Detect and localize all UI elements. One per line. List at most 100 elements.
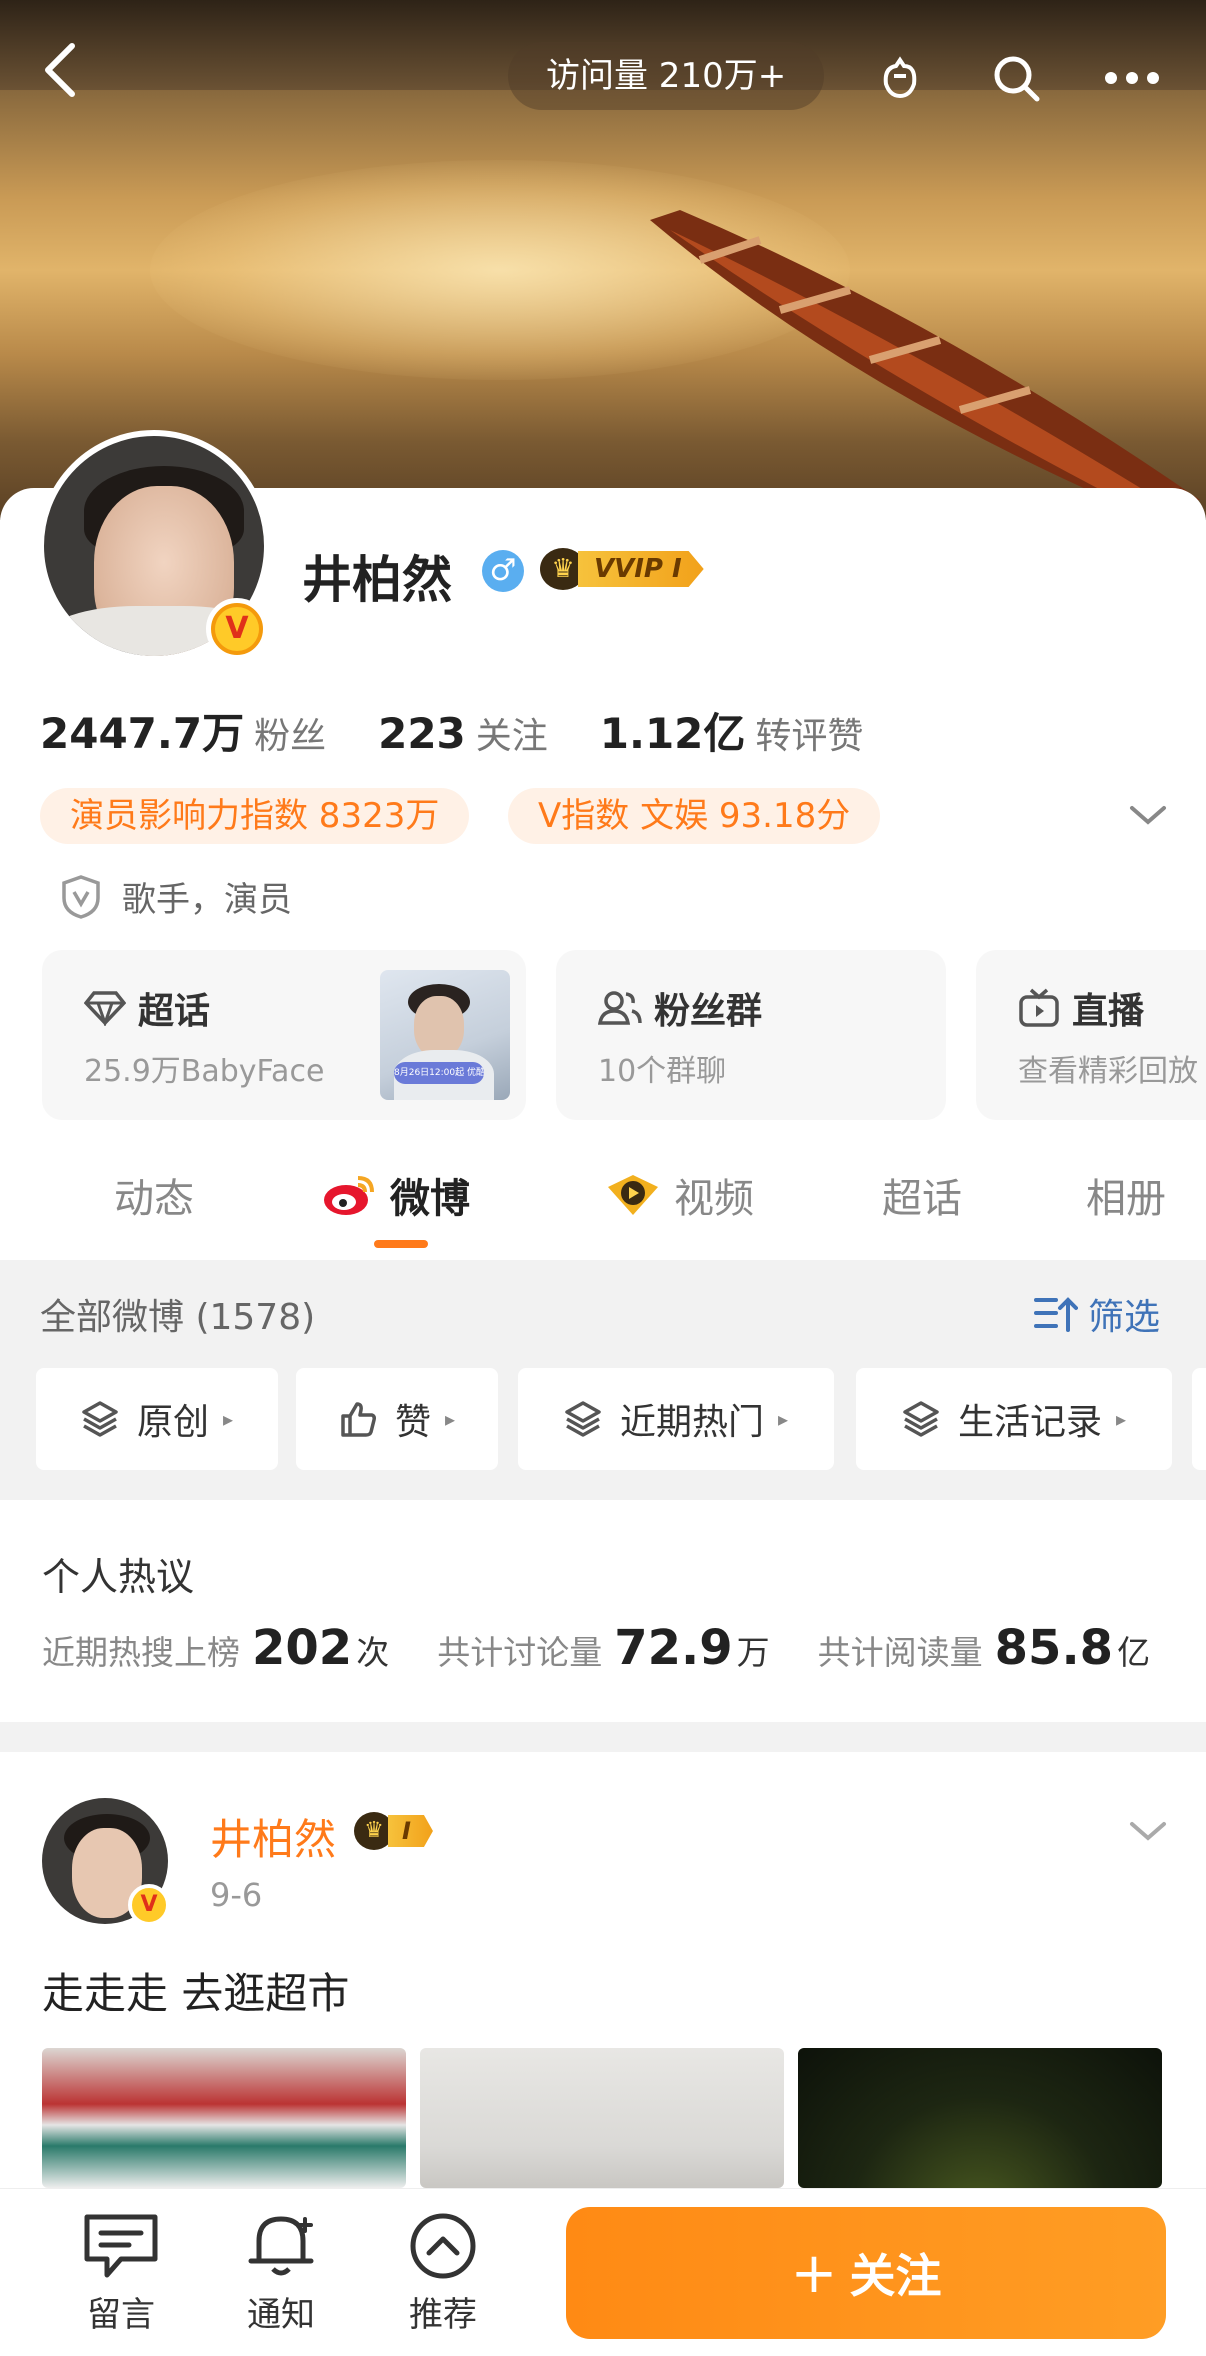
fan-group-title: 粉丝群 — [598, 982, 762, 1034]
followers-label[interactable]: 粉丝 — [254, 707, 326, 759]
fan-group-subtitle: 10个群聊 — [598, 1054, 727, 1089]
section-divider — [0, 1722, 1206, 1752]
comment-label: 留言 — [87, 2295, 155, 2335]
chevron-down-icon[interactable] — [1128, 800, 1168, 830]
supertopic-thumbnail: 8月26日12:00起 优酷全网独播 — [380, 970, 510, 1100]
chip-like[interactable]: 赞 ▸ — [296, 1368, 498, 1470]
fan-group-tile[interactable]: 粉丝群 10个群聊 — [556, 950, 946, 1120]
video-badge-icon — [604, 1171, 662, 1219]
reads-value: 85.8 — [994, 1620, 1114, 1676]
post-photo[interactable] — [798, 2048, 1162, 2188]
recommend-label: 推荐 — [409, 2295, 477, 2335]
more-icon — [1105, 72, 1159, 84]
post-vip-badge[interactable]: ♛ I — [354, 1812, 433, 1850]
verification-info: 歌手，演员 — [60, 872, 292, 921]
chip-life-record-label: 生活记录 — [957, 1402, 1102, 1443]
live-subtitle: 查看精彩回放 — [1018, 1054, 1198, 1089]
chevron-up-circle-icon — [410, 2213, 476, 2279]
follow-label: 关注 — [849, 2249, 942, 2303]
tab-video-label: 视频 — [674, 1176, 754, 1222]
tab-weibo[interactable]: 微博 — [322, 1166, 470, 1224]
bottom-bar: 留言 通知 推荐 + 关注 — [0, 2188, 1206, 2356]
followers-count[interactable]: 2447.7万 — [40, 700, 244, 761]
post-author-name[interactable]: 井柏然 — [210, 1806, 336, 1867]
search-button[interactable] — [980, 42, 1052, 114]
moment-hand-icon — [883, 56, 917, 99]
live-title: 直播 — [1018, 982, 1144, 1034]
following-count[interactable]: 223 — [378, 709, 466, 758]
chevron-down-icon[interactable] — [1128, 1816, 1168, 1846]
active-tab-indicator — [374, 1240, 428, 1248]
supertopic-label: 超话 — [138, 991, 211, 1032]
hot-discussion-stats[interactable]: 近期热搜上榜 202 次 共计讨论量 72.9 万 共计阅读量 85.8 亿 — [42, 1620, 1150, 1676]
filter-button[interactable]: 筛选 — [1034, 1288, 1160, 1340]
chip-like-label: 赞 — [394, 1402, 431, 1443]
tab-supertopic[interactable]: 超话 — [882, 1166, 962, 1224]
chip-arrow-icon: ▸ — [444, 1407, 456, 1431]
filter-label: 筛选 — [1088, 1297, 1161, 1338]
thumb-caption: 8月26日12:00起 优酷全网独播 — [394, 1062, 484, 1084]
group-icon — [598, 989, 642, 1027]
follow-button[interactable]: + 关注 — [566, 2207, 1166, 2339]
chip-recent-hot-label: 近期热门 — [619, 1402, 764, 1443]
reads-label: 共计阅读量 — [817, 1633, 983, 1672]
discussion-label: 共计讨论量 — [437, 1633, 603, 1672]
recommend-button[interactable]: 推荐 — [388, 2211, 498, 2336]
hot-search-value: 202 — [252, 1620, 353, 1676]
post-photo[interactable] — [420, 2048, 784, 2188]
layers-icon — [81, 1400, 119, 1438]
notify-label: 通知 — [247, 2295, 315, 2335]
chip-recent-hot[interactable]: 近期热门 ▸ — [518, 1368, 834, 1470]
chip-overflow[interactable] — [1192, 1368, 1206, 1470]
profile-name: 井柏然 — [302, 551, 452, 609]
visit-count-pill[interactable]: 访问量 210万+ — [508, 42, 825, 110]
layers-icon — [564, 1400, 602, 1438]
supertopic-tile[interactable]: 超话 25.9万BabyFace 8月26日12:00起 优酷全网独播 — [42, 950, 526, 1120]
top-bar: 访问量 210万+ — [0, 20, 1206, 120]
weibo-logo-icon — [322, 1172, 378, 1218]
verified-badge-icon: V — [206, 598, 268, 660]
tab-video[interactable]: 视频 — [604, 1166, 754, 1224]
tab-dynamic[interactable]: 动态 — [114, 1166, 194, 1224]
post-photo[interactable] — [42, 2048, 406, 2188]
v-index-pill[interactable]: V指数 文娱 93.18分 — [508, 788, 881, 844]
back-button[interactable] — [30, 38, 90, 102]
comment-button[interactable]: 留言 — [66, 2211, 176, 2336]
chip-life-record[interactable]: 生活记录 ▸ — [856, 1368, 1172, 1470]
moment-button[interactable] — [864, 42, 936, 114]
post-vip-label: I — [388, 1815, 433, 1847]
layers-icon — [902, 1400, 940, 1438]
reads-unit: 亿 — [1117, 1633, 1151, 1672]
fan-group-label: 粉丝群 — [654, 991, 763, 1032]
tab-weibo-label: 微博 — [390, 1176, 470, 1222]
filter-icon — [1034, 1297, 1078, 1332]
hot-discussion-title: 个人热议 — [42, 1555, 195, 1599]
shield-v-icon — [62, 874, 100, 919]
plus-icon: + — [790, 2240, 838, 2306]
post-date: 9-6 — [210, 1876, 263, 1914]
influence-index-pill[interactable]: 演员影响力指数 8323万 — [40, 788, 470, 844]
profile-stats: 2447.7万 粉丝 223 关注 1.12亿 转评赞 — [40, 700, 915, 761]
post-text: 走走走 去逛超市 — [42, 1969, 350, 2018]
following-label[interactable]: 关注 — [476, 707, 548, 759]
all-weibo-count: 全部微博 (1578) — [40, 1297, 316, 1338]
hot-search-unit: 次 — [356, 1633, 390, 1672]
more-button[interactable] — [1096, 42, 1168, 114]
chip-arrow-icon: ▸ — [222, 1407, 234, 1431]
thumbs-up-icon — [339, 1400, 377, 1438]
chip-arrow-icon: ▸ — [1115, 1407, 1127, 1431]
vvip-badge[interactable]: ♛ VVIP I — [540, 548, 704, 590]
supertopic-title: 超话 — [84, 982, 210, 1034]
post-verified-badge-icon: V — [128, 1884, 170, 1926]
filter-chips: 原创 ▸ 赞 ▸ 近期热门 ▸ 生活记录 ▸ — [36, 1368, 1206, 1470]
thumb-head — [414, 996, 464, 1058]
chip-original[interactable]: 原创 ▸ — [36, 1368, 278, 1470]
verified-badge-letter: V — [215, 607, 259, 651]
live-tile[interactable]: 直播 查看精彩回放 — [976, 950, 1206, 1120]
notify-button[interactable]: 通知 — [226, 2211, 336, 2336]
comment-icon — [84, 2214, 158, 2278]
tab-album[interactable]: 相册 — [1086, 1166, 1166, 1224]
post-photos — [42, 2048, 1164, 2188]
chip-original-label: 原创 — [136, 1402, 209, 1443]
male-icon: ♂ — [482, 550, 524, 592]
